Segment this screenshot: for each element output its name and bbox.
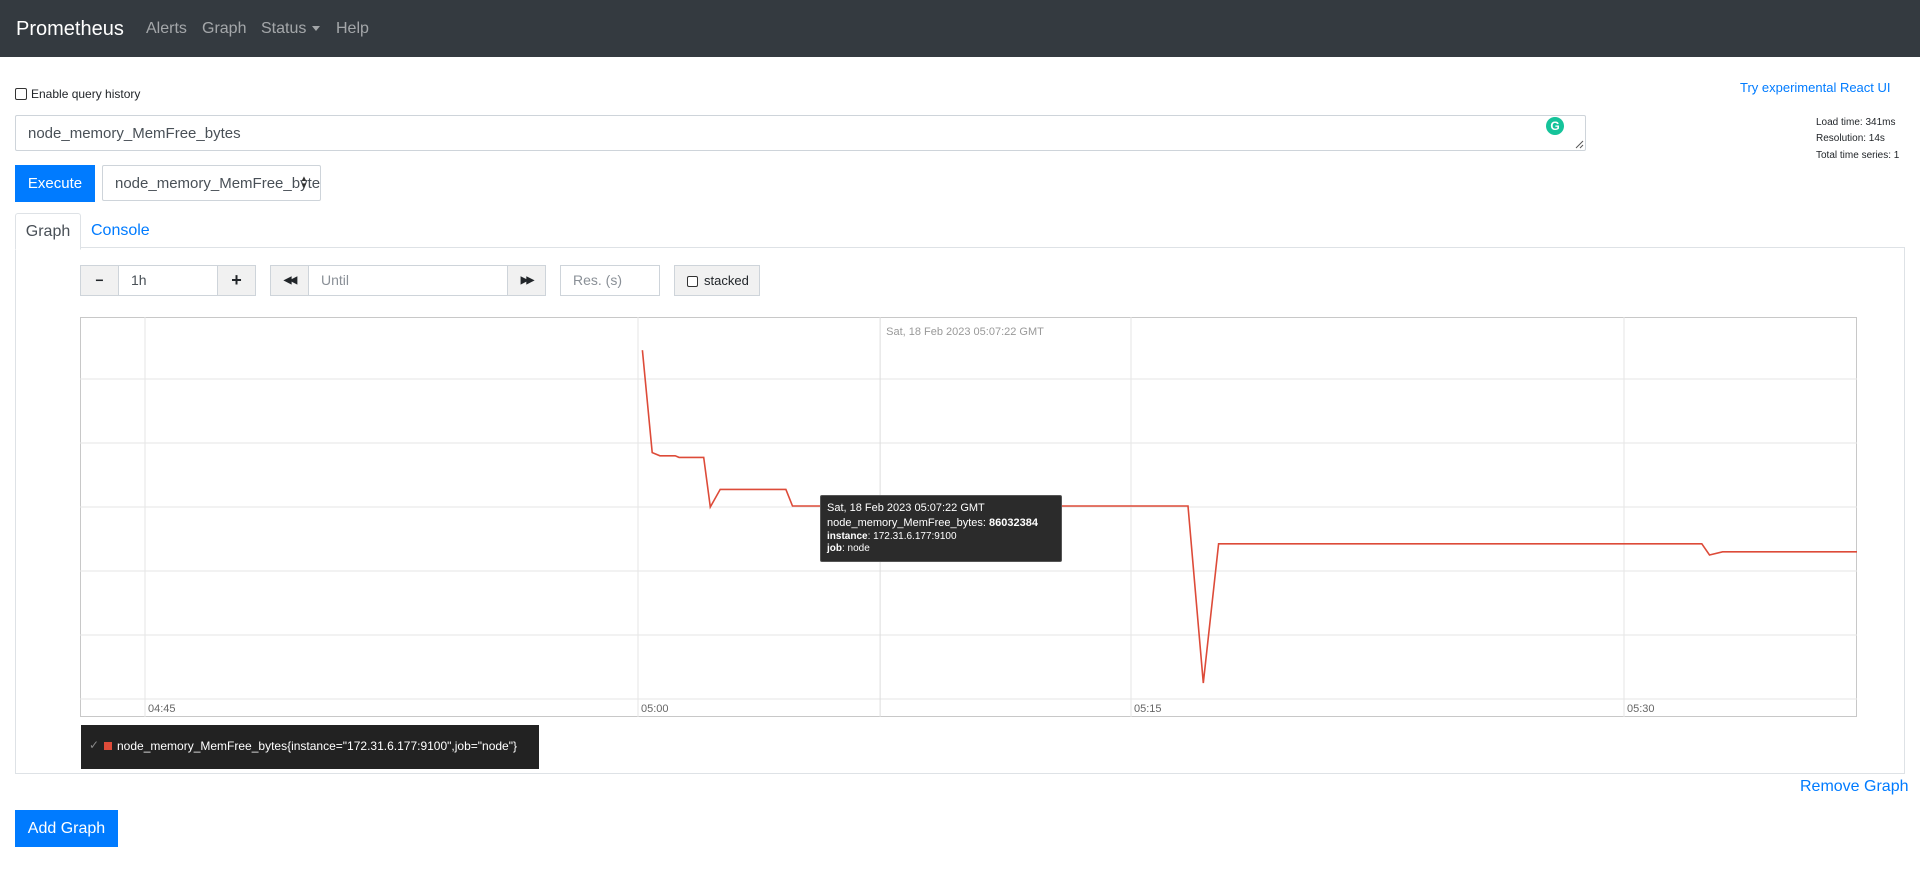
x-tick-label: 05:30 xyxy=(1627,703,1655,715)
check-icon: ✓ xyxy=(89,738,100,752)
tooltip-metric-value: 86032384 xyxy=(989,517,1038,529)
legend-series-label[interactable]: node_memory_MemFree_bytes{instance="172.… xyxy=(117,739,517,753)
nav-help[interactable]: Help xyxy=(336,20,369,38)
execute-button[interactable]: Execute xyxy=(15,165,95,202)
metric-select[interactable]: node_memory_MemFree_bytes xyxy=(102,165,321,201)
tooltip-instance-value: : 172.31.6.177:9100 xyxy=(867,531,957,542)
tooltip-metric-name: node_memory_MemFree_bytes: xyxy=(827,517,990,529)
until-input[interactable]: Until xyxy=(308,265,508,296)
grammarly-icon[interactable]: G xyxy=(1546,117,1564,135)
stacked-label: stacked xyxy=(704,273,749,288)
query-history-checkbox[interactable] xyxy=(15,88,27,100)
stacked-toggle[interactable]: stacked xyxy=(674,265,760,296)
chevron-down-icon xyxy=(312,26,321,32)
time-back-button[interactable]: ◀◀ xyxy=(270,265,309,296)
legend-swatch xyxy=(104,742,112,750)
tooltip-job-key: job xyxy=(827,543,842,554)
hover-time-label: Sat, 18 Feb 2023 05:07:22 GMT xyxy=(886,326,1044,338)
load-time: Load time: 341ms xyxy=(1816,117,1896,128)
query-input[interactable]: node_memory_MemFree_bytes xyxy=(15,115,1586,151)
brand-logo[interactable]: Prometheus xyxy=(16,18,124,41)
resolution-input[interactable]: Res. (s) xyxy=(560,265,660,296)
nav-status-label: Status xyxy=(261,20,307,37)
total-series: Total time series: 1 xyxy=(1816,150,1900,161)
add-graph-button[interactable]: Add Graph xyxy=(15,810,118,847)
range-input[interactable]: 1h xyxy=(118,265,218,296)
range-increase-button[interactable]: + xyxy=(217,265,256,296)
tab-graph[interactable]: Graph xyxy=(15,213,81,250)
resize-grip-icon[interactable] xyxy=(1574,139,1584,149)
hover-tooltip: Sat, 18 Feb 2023 05:07:22 GMT node_memor… xyxy=(820,495,1062,562)
query-history-label: Enable query history xyxy=(31,87,141,101)
nav-status[interactable]: Status xyxy=(261,20,321,38)
x-tick-label: 04:45 xyxy=(148,703,176,715)
x-tick-label: 05:00 xyxy=(641,703,669,715)
navbar: Prometheus Alerts Graph Status Help xyxy=(0,0,1920,57)
x-tick-label: 05:15 xyxy=(1134,703,1162,715)
time-forward-button[interactable]: ▶▶ xyxy=(507,265,546,296)
resolution: Resolution: 14s xyxy=(1816,133,1885,144)
tooltip-job-value: : node xyxy=(842,543,870,554)
tooltip-instance-key: instance xyxy=(827,531,868,542)
remove-graph-link[interactable]: Remove Graph xyxy=(1800,778,1909,796)
tab-console[interactable]: Console xyxy=(91,213,150,248)
range-decrease-button[interactable]: − xyxy=(80,265,119,296)
select-arrows-icon: ▲ ▼ xyxy=(300,174,308,190)
stacked-checkbox[interactable] xyxy=(687,276,698,287)
tooltip-time: Sat, 18 Feb 2023 05:07:22 GMT xyxy=(827,502,985,514)
graph-legend[interactable]: ✓ node_memory_MemFree_bytes{instance="17… xyxy=(81,725,539,769)
nav-alerts[interactable]: Alerts xyxy=(146,20,187,38)
nav-graph[interactable]: Graph xyxy=(202,20,246,38)
react-ui-link[interactable]: Try experimental React UI xyxy=(1740,80,1891,95)
